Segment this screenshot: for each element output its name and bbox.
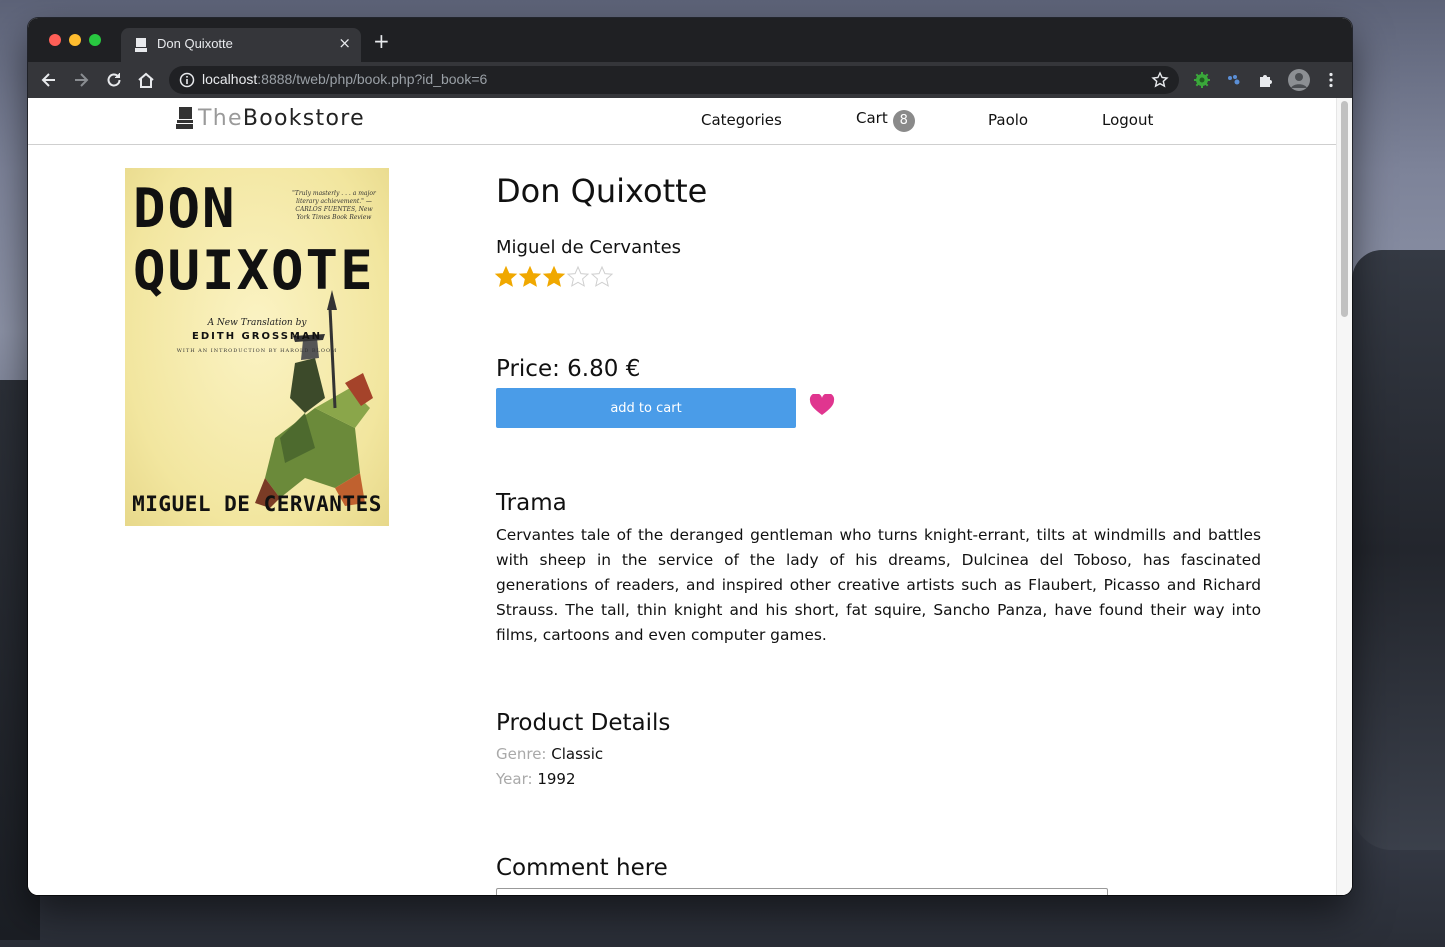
genre-label: Genre: — [496, 745, 547, 763]
product-details-heading: Product Details — [496, 710, 671, 736]
book-author: Miguel de Cervantes — [496, 237, 682, 258]
plot-heading: Trama — [496, 490, 567, 516]
browser-toolbar: localhost:8888/tweb/php/book.php?id_book… — [28, 62, 1352, 98]
address-bar[interactable]: localhost:8888/tweb/php/book.php?id_book… — [169, 66, 1179, 94]
site-navbar: TheBookstore Categories Cart 8 Paolo Logo… — [28, 98, 1337, 145]
extension-gear-icon[interactable] — [1193, 71, 1211, 89]
home-icon[interactable] — [136, 70, 156, 90]
star-filled-icon — [518, 265, 542, 287]
star-empty-icon — [590, 265, 614, 287]
nav-cart[interactable]: Cart 8 — [856, 109, 915, 132]
close-window-button[interactable] — [49, 34, 61, 46]
comment-input[interactable] — [496, 888, 1108, 895]
url-host: localhost — [202, 71, 258, 87]
book-cover-image: DON QUIXOTE "Truly masterly . . . a major… — [125, 168, 389, 526]
cover-translation-line: A New Translation by — [207, 318, 307, 328]
books-logo-icon — [176, 107, 193, 129]
browser-window: Don Quixotte × + localhost:8888/tweb/php… — [28, 18, 1352, 895]
forward-icon[interactable] — [71, 70, 91, 90]
scrollbar-thumb[interactable] — [1341, 101, 1348, 317]
star-filled-icon — [542, 265, 566, 287]
genre-value: Classic — [551, 745, 604, 763]
book-price: Price: 6.80 € — [496, 356, 641, 382]
plot-text: Cervantes tale of the deranged gentleman… — [496, 526, 1261, 644]
detail-genre: Genre: Classic — [496, 745, 603, 763]
new-tab-button[interactable]: + — [373, 31, 390, 51]
url-text: localhost:8888/tweb/php/book.php?id_book… — [202, 71, 487, 87]
logo-the: The — [198, 106, 243, 131]
nav-categories[interactable]: Categories — [701, 111, 782, 129]
detail-year: Year: 1992 — [496, 770, 576, 788]
back-icon[interactable] — [39, 70, 59, 90]
tab-title: Don Quixotte — [157, 36, 233, 51]
tab-close-icon[interactable]: × — [338, 34, 351, 52]
maximize-window-button[interactable] — [89, 34, 101, 46]
nav-user[interactable]: Paolo — [988, 111, 1028, 129]
tab-strip: Don Quixotte × + — [28, 18, 1352, 62]
rating-stars — [494, 265, 614, 291]
cart-label: Cart — [856, 109, 888, 127]
page-viewport: TheBookstore Categories Cart 8 Paolo Logo… — [28, 98, 1352, 895]
cart-count-badge: 8 — [892, 110, 915, 132]
page-scrollbar[interactable] — [1336, 98, 1352, 895]
book-title: Don Quixotte — [496, 172, 708, 210]
book-favicon-icon — [135, 38, 147, 52]
minimize-window-button[interactable] — [69, 34, 81, 46]
cover-intro: WITH AN INTRODUCTION BY HAROLD BLOOM — [176, 348, 338, 354]
cover-title-line1: DON — [133, 177, 237, 240]
year-label: Year: — [496, 770, 533, 788]
bookmark-star-icon[interactable] — [1151, 71, 1169, 89]
extension-paw-icon[interactable] — [1225, 71, 1243, 89]
comment-heading: Comment here — [496, 855, 668, 881]
star-filled-icon — [494, 265, 518, 287]
more-menu-icon[interactable] — [1322, 71, 1340, 89]
logo-bookstore: Bookstore — [242, 106, 365, 131]
nav-logout[interactable]: Logout — [1102, 111, 1153, 129]
heart-icon[interactable] — [809, 394, 835, 416]
reload-icon[interactable] — [104, 70, 124, 90]
info-icon[interactable] — [179, 72, 195, 88]
add-to-cart-button[interactable]: add to cart — [496, 388, 796, 428]
browser-tab[interactable]: Don Quixotte × — [121, 28, 361, 62]
star-empty-icon — [566, 265, 590, 287]
puzzle-icon[interactable] — [1257, 71, 1275, 89]
profile-avatar[interactable] — [1288, 69, 1310, 91]
cover-blurb: "Truly masterly . . . a major literary a… — [292, 190, 376, 221]
url-path: :8888/tweb/php/book.php?id_book=6 — [257, 71, 488, 87]
cover-translator: EDITH GROSSMAN — [192, 331, 322, 342]
year-value: 1992 — [537, 770, 576, 788]
logo-text: TheBookstore — [198, 106, 365, 131]
cover-author: MIGUEL DE CERVANTES — [132, 492, 382, 516]
desktop-background-rock — [1352, 250, 1445, 850]
